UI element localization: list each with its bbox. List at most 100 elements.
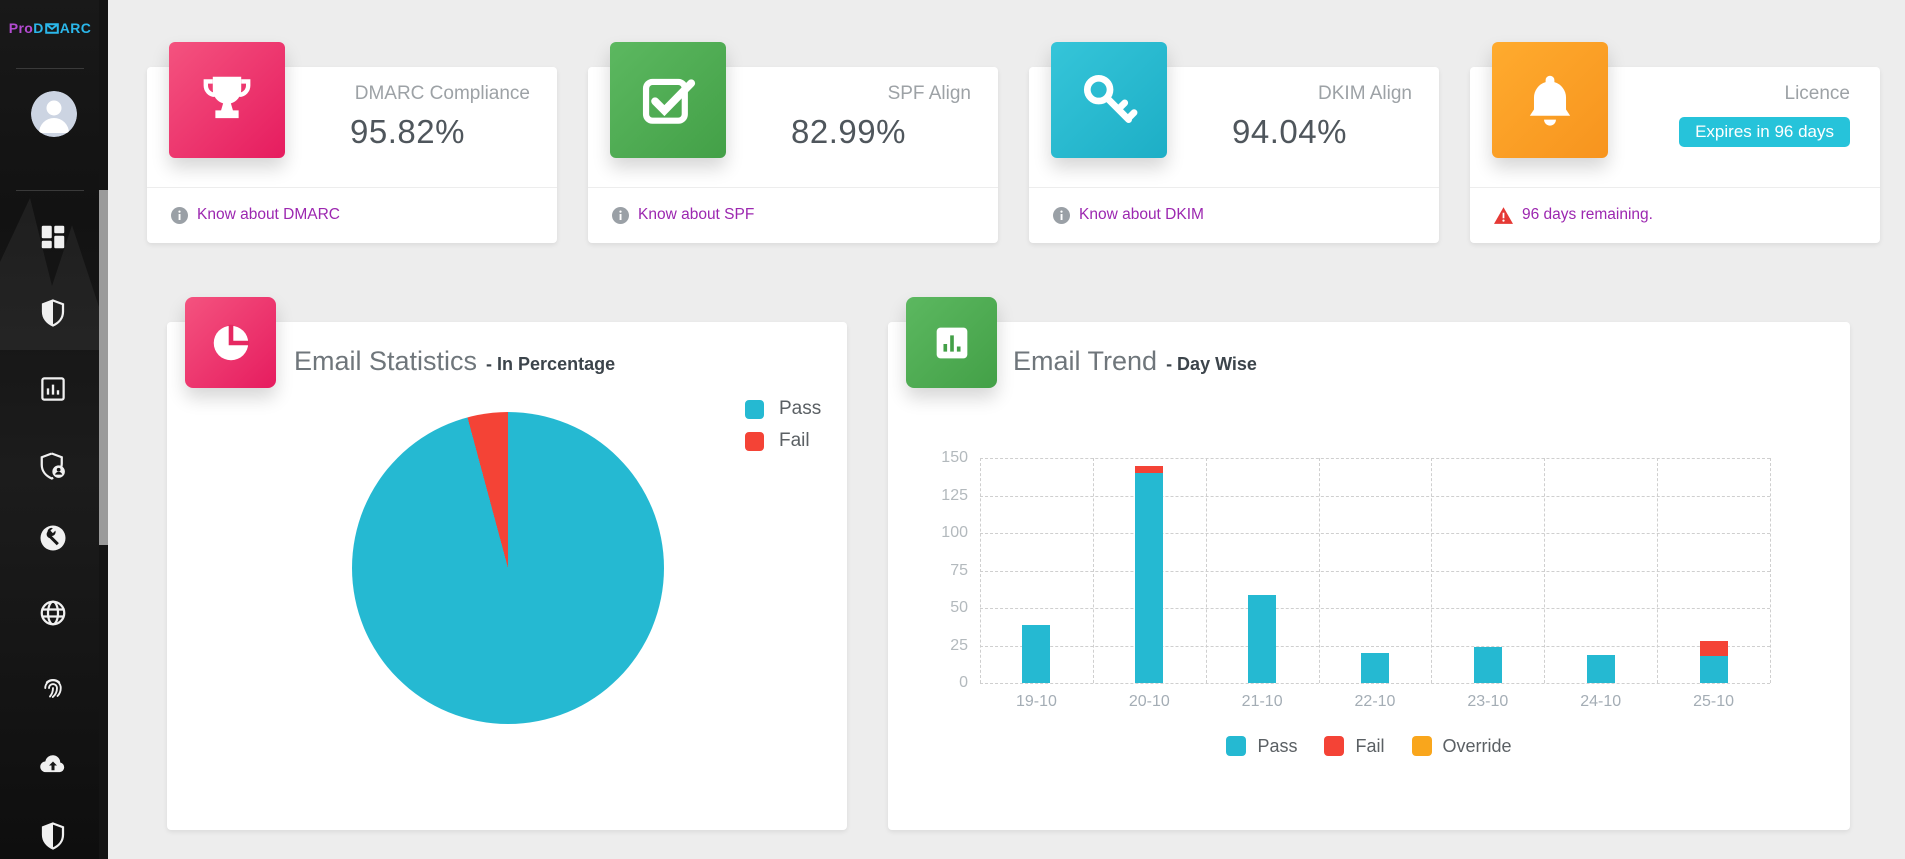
sidebar: ProD ARC — [0, 0, 108, 859]
legend-swatch — [1324, 736, 1344, 756]
know-about-spf-link[interactable]: Know about SPF — [638, 206, 754, 224]
spf-align-card: SPF Align 82.99% Know about SPF — [588, 67, 998, 243]
x-axis-tick: 23-10 — [1443, 693, 1533, 711]
reports-icon[interactable] — [38, 374, 68, 404]
email-statistics-card: Email Statistics - In Percentage Pass Fai… — [167, 322, 847, 830]
gridline — [1206, 458, 1207, 683]
bar-segment-pass — [1248, 595, 1276, 684]
brand-d: D — [33, 20, 44, 36]
gridline — [1093, 458, 1094, 683]
gridline — [980, 533, 1770, 534]
email-trend-legend: Pass Fail Override — [888, 734, 1850, 758]
legend-label: Fail — [779, 430, 810, 452]
avatar[interactable] — [31, 91, 77, 137]
stat-value: 95.82% — [285, 113, 530, 151]
cloud-upload-icon[interactable] — [38, 749, 68, 779]
envelope-m-icon — [45, 23, 59, 34]
stacked-bar-22-10 — [1361, 653, 1389, 683]
email-trend-card: Email Trend - Day Wise 02550751001251501… — [888, 322, 1850, 830]
globe-icon[interactable] — [38, 598, 68, 628]
gridline — [1431, 458, 1432, 683]
wrench-icon[interactable] — [38, 523, 68, 553]
chart-subtitle: - In Percentage — [486, 354, 615, 375]
bar-segment-pass — [1135, 473, 1163, 683]
legend-label: Pass — [779, 398, 821, 420]
bar-segment-fail — [1135, 466, 1163, 474]
legend-label: Pass — [1257, 736, 1297, 757]
bell-icon — [1492, 42, 1608, 158]
licence-card: Licence Expires in 96 days 96 days remai… — [1470, 67, 1880, 243]
know-about-dmarc-link[interactable]: Know about DMARC — [197, 206, 340, 224]
bar-segment-pass — [1587, 655, 1615, 684]
info-icon — [171, 207, 188, 224]
legend-label: Fail — [1355, 736, 1384, 757]
gridline — [980, 458, 981, 683]
shield2-icon[interactable] — [38, 821, 68, 851]
chart-title: Email Statistics — [294, 346, 477, 377]
info-icon — [1053, 207, 1070, 224]
dashboard-icon[interactable] — [38, 222, 68, 252]
gridline — [980, 496, 1770, 497]
bar-segment-fail — [1700, 641, 1728, 656]
stacked-bar-20-10 — [1135, 466, 1163, 684]
y-axis-tick: 75 — [922, 562, 968, 580]
sidebar-divider — [16, 190, 84, 191]
gridline — [1544, 458, 1545, 683]
legend-item-pass[interactable]: Pass — [745, 397, 821, 421]
stacked-bar-19-10 — [1022, 625, 1050, 684]
know-about-dkim-link[interactable]: Know about DKIM — [1079, 206, 1204, 224]
dkim-align-card: DKIM Align 94.04% Know about DKIM — [1029, 67, 1439, 243]
x-axis-tick: 19-10 — [991, 693, 1081, 711]
y-axis-tick: 50 — [922, 599, 968, 617]
stat-value: 94.04% — [1167, 113, 1412, 151]
shield-user-icon[interactable] — [38, 451, 68, 481]
shield-icon[interactable] — [38, 298, 68, 328]
chart-title: Email Trend — [1013, 346, 1157, 377]
legend-swatch — [745, 432, 764, 451]
x-axis-tick: 24-10 — [1556, 693, 1646, 711]
dashboard-page: ProD ARC — [0, 0, 1905, 859]
sidebar-divider — [16, 68, 84, 69]
y-axis-tick: 0 — [922, 674, 968, 692]
bar-segment-pass — [1361, 653, 1389, 683]
x-axis-tick: 20-10 — [1104, 693, 1194, 711]
chart-subtitle: - Day Wise — [1166, 354, 1257, 375]
licence-badge: Expires in 96 days — [1608, 117, 1850, 147]
bar-chart-icon — [906, 297, 997, 388]
y-axis-tick: 150 — [922, 449, 968, 467]
sidebar-scrollbar-thumb[interactable] — [99, 190, 108, 545]
gridline — [980, 646, 1770, 647]
stacked-bar-23-10 — [1474, 647, 1502, 683]
dmarc-compliance-card: DMARC Compliance 95.82% Know about DMARC — [147, 67, 557, 243]
stat-label: DKIM Align — [1167, 83, 1412, 105]
fingerprint-icon[interactable] — [38, 673, 68, 703]
x-axis-tick: 25-10 — [1669, 693, 1759, 711]
legend-item-pass[interactable]: Pass — [1226, 734, 1297, 758]
stacked-bar-25-10 — [1700, 641, 1728, 683]
brand-arc: ARC — [60, 20, 92, 36]
brand-logo[interactable]: ProD ARC — [0, 20, 100, 36]
pie-chart-icon — [185, 297, 276, 388]
checkbox-icon — [610, 42, 726, 158]
x-axis-tick: 21-10 — [1217, 693, 1307, 711]
legend-item-fail[interactable]: Fail — [1324, 734, 1384, 758]
y-axis-tick: 100 — [922, 524, 968, 542]
stacked-bar-21-10 — [1248, 595, 1276, 684]
gridline — [1319, 458, 1320, 683]
legend-swatch — [1412, 736, 1432, 756]
stat-value: 82.99% — [726, 113, 971, 151]
warning-icon — [1494, 207, 1513, 224]
gridline — [980, 571, 1770, 572]
email-statistics-pie — [352, 412, 664, 724]
y-axis-tick: 25 — [922, 637, 968, 655]
email-trend-plot: 025507510012515019-1020-1021-1022-1023-1… — [980, 458, 1770, 683]
key-icon — [1051, 42, 1167, 158]
legend-item-override[interactable]: Override — [1412, 734, 1512, 758]
legend-label: Override — [1443, 736, 1512, 757]
bar-segment-pass — [1022, 625, 1050, 684]
info-icon — [612, 207, 629, 224]
brand-pro: Pro — [9, 20, 34, 36]
legend-swatch — [745, 400, 764, 419]
gridline — [1657, 458, 1658, 683]
legend-item-fail[interactable]: Fail — [745, 429, 821, 453]
